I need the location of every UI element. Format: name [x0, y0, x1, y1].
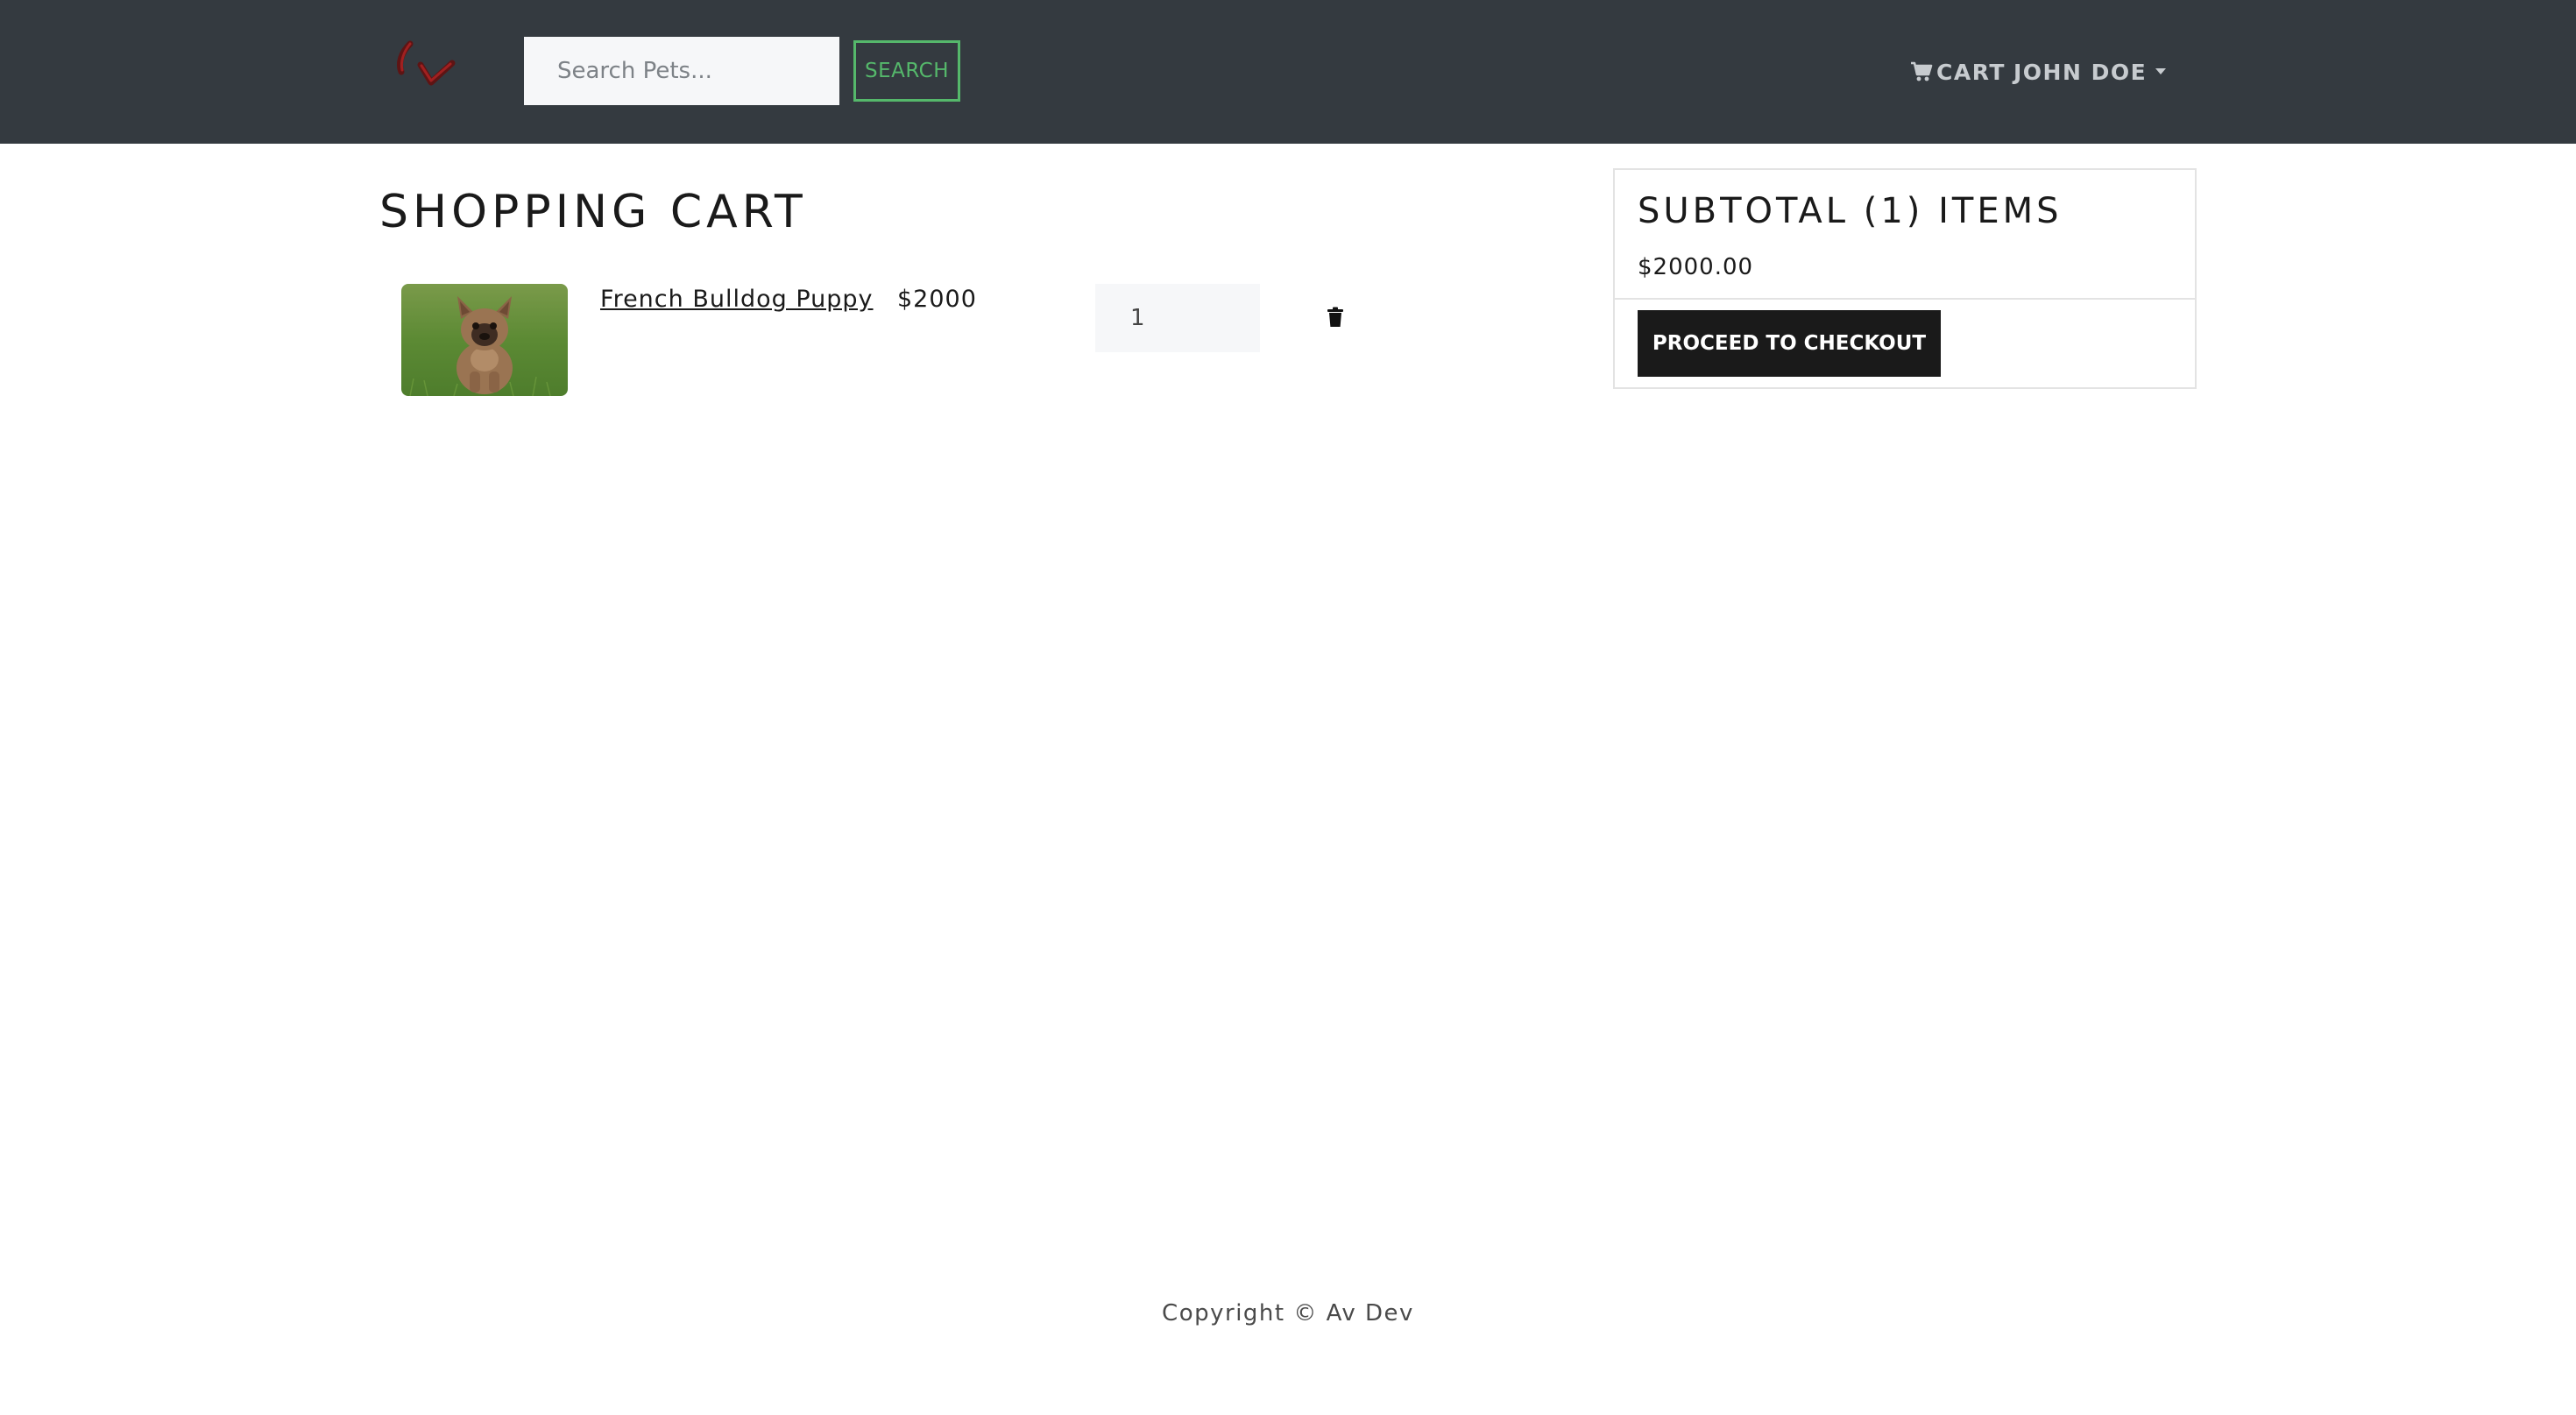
search-input[interactable] — [524, 37, 839, 105]
page-title: SHOPPING CART — [379, 186, 807, 238]
delete-item-button[interactable] — [1314, 298, 1356, 338]
checkout-button[interactable]: PROCEED TO CHECKOUT — [1638, 310, 1941, 377]
cart-item-price: $2000 — [897, 286, 977, 313]
trash-icon — [1327, 307, 1344, 330]
navbar: SEARCH CART JOHN DOE — [0, 0, 2576, 144]
footer-copyright: Copyright © Av Dev — [1162, 1300, 1414, 1327]
search-button[interactable]: SEARCH — [853, 40, 960, 102]
nav-cart-link[interactable]: CART — [1910, 54, 2006, 89]
summary-title: SUBTOTAL (1) ITEMS — [1638, 191, 2063, 231]
quantity-select[interactable]: 1 — [1095, 284, 1260, 352]
quantity-value: 1 — [1130, 305, 1145, 331]
user-menu-dropdown[interactable]: JOHN DOE — [2013, 54, 2167, 89]
summary-total: $2000.00 — [1638, 254, 1754, 280]
chevron-down-icon — [2155, 67, 2167, 74]
cart-item-image[interactable] — [401, 284, 568, 396]
order-summary-card: SUBTOTAL (1) ITEMS $2000.00 PROCEED TO C… — [1613, 168, 2197, 389]
shopping-cart-icon — [1910, 61, 1933, 82]
cart-item-name-link[interactable]: French Bulldog Puppy — [600, 286, 874, 313]
user-name-label: JOHN DOE — [2013, 59, 2148, 85]
nav-cart-label: CART — [1936, 59, 2006, 85]
brand-logo-icon[interactable] — [394, 39, 464, 100]
divider — [1615, 298, 2195, 300]
